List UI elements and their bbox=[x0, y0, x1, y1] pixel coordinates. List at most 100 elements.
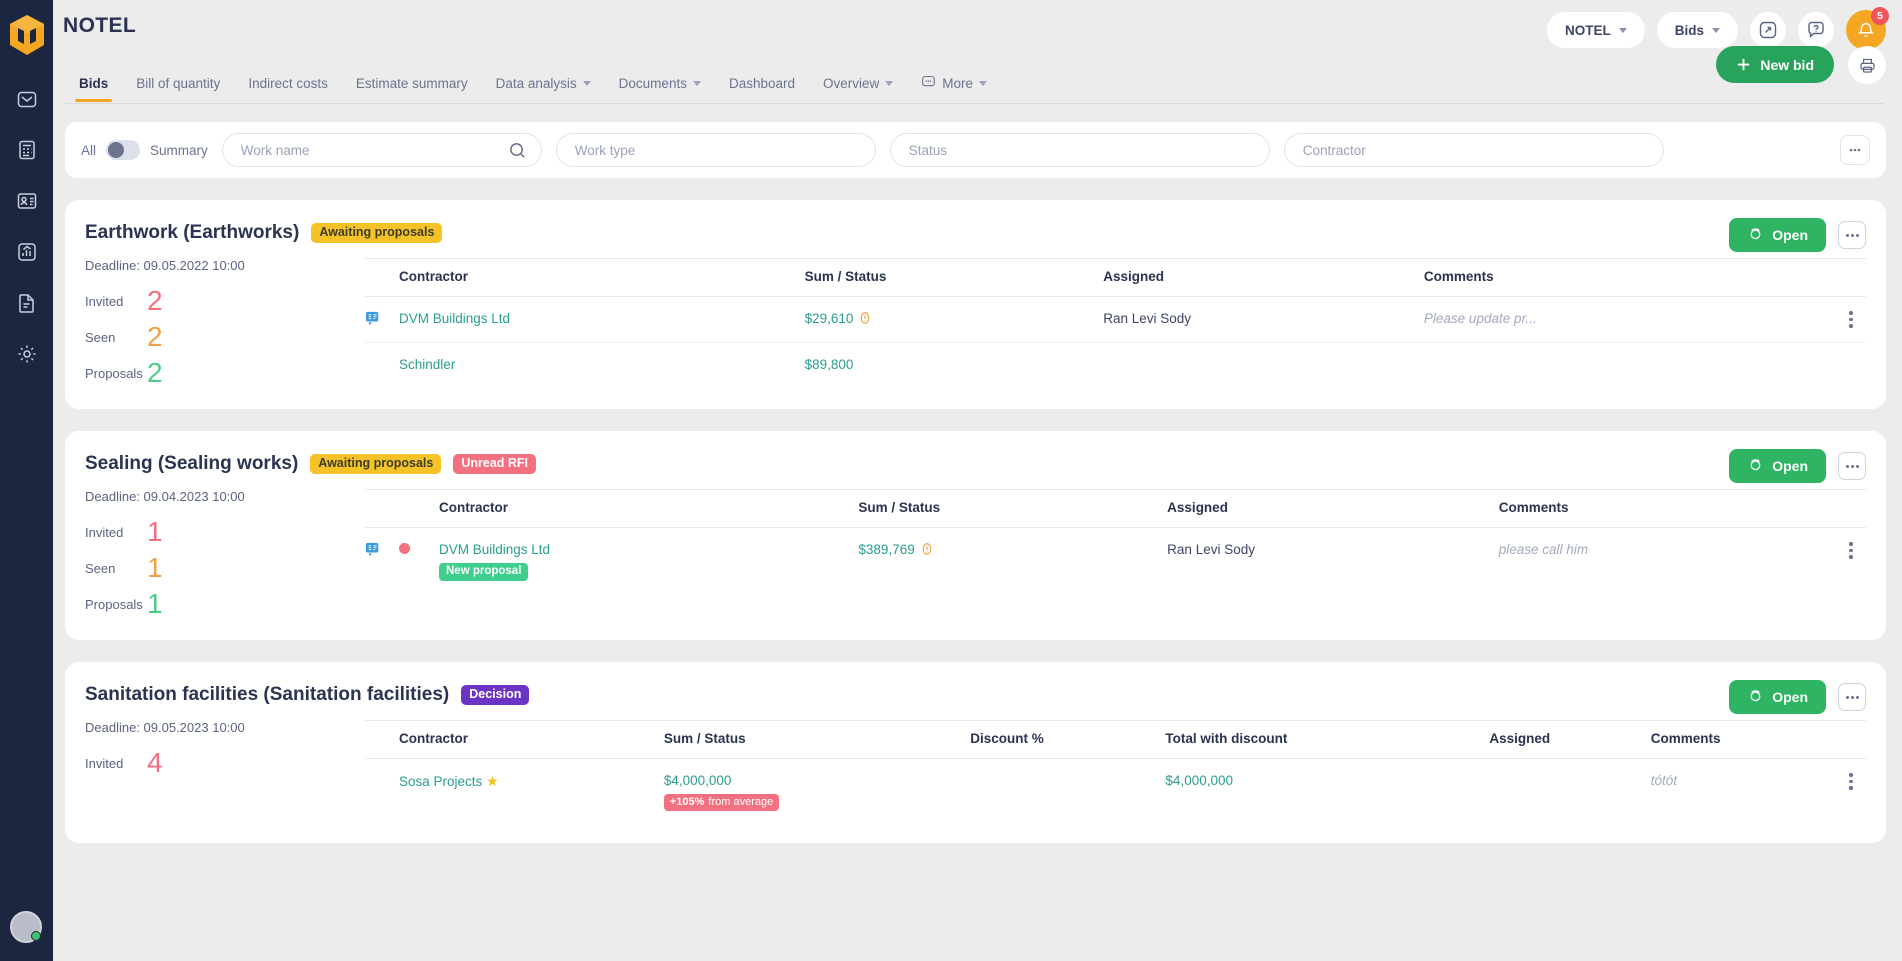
tab-bill-of-quantity[interactable]: Bill of quantity bbox=[122, 68, 234, 98]
table-row[interactable]: Sosa Projects ★$4,000,000+105%from avera… bbox=[365, 759, 1866, 826]
column-header: Contractor bbox=[399, 721, 664, 759]
table-row[interactable]: Schindler $89,800 bbox=[365, 343, 1866, 387]
sidebar-item-calculator[interactable] bbox=[14, 137, 40, 163]
contractor-link[interactable]: Sosa Projects bbox=[399, 774, 482, 789]
bid-card-body: Deadline: 09.05.2022 10:00Invited2Seen2P… bbox=[65, 258, 1886, 391]
filter-summary-label: Summary bbox=[150, 143, 208, 158]
new-bid-button[interactable]: New bid bbox=[1716, 46, 1834, 83]
row-actions-cell[interactable] bbox=[1836, 297, 1866, 343]
tab-label: Overview bbox=[823, 76, 879, 91]
sum-value: $89,800 bbox=[805, 357, 854, 372]
project-selector[interactable]: NOTEL bbox=[1547, 12, 1645, 48]
notifications-button[interactable]: 5 bbox=[1846, 10, 1886, 50]
assigned-cell bbox=[1103, 343, 1424, 387]
row-chat-cell[interactable] bbox=[365, 297, 399, 343]
status-input[interactable]: Status bbox=[890, 133, 1270, 167]
avatar[interactable] bbox=[10, 911, 42, 943]
card-more-button[interactable] bbox=[1838, 221, 1866, 249]
contractor-cell: DVM Buildings Ltd New proposal bbox=[439, 528, 858, 595]
filter-more-button[interactable] bbox=[1840, 135, 1870, 165]
stat-label: Invited bbox=[85, 294, 147, 309]
stat-label: Invited bbox=[85, 756, 147, 771]
project-selector-label: NOTEL bbox=[1565, 23, 1611, 38]
sum-status-cell: $4,000,000+105%from average bbox=[664, 759, 970, 826]
contractor-placeholder: Contractor bbox=[1303, 143, 1366, 158]
column-header: Sum / Status bbox=[858, 490, 1167, 528]
tab-dashboard[interactable]: Dashboard bbox=[715, 68, 809, 98]
bid-card-body: Deadline: 09.04.2023 10:00Invited1Seen1P… bbox=[65, 489, 1886, 622]
row-menu-icon[interactable] bbox=[1836, 542, 1866, 559]
open-button-label: Open bbox=[1772, 458, 1808, 474]
stat-label: Seen bbox=[85, 561, 147, 576]
work-name-input[interactable]: Work name bbox=[222, 133, 542, 167]
contractor-link[interactable]: DVM Buildings Ltd bbox=[439, 542, 550, 557]
sidebar-item-settings[interactable] bbox=[14, 341, 40, 367]
open-button[interactable]: Open bbox=[1729, 449, 1826, 483]
row-chat-cell[interactable] bbox=[365, 528, 399, 595]
discount-cell bbox=[970, 759, 1165, 826]
cube-logo[interactable] bbox=[6, 12, 48, 58]
sum-status-cell: $389,769 bbox=[858, 528, 1167, 595]
open-button[interactable]: Open bbox=[1729, 680, 1826, 714]
proposals-table-wrapper: ContractorSum / StatusAssignedCommentsDV… bbox=[365, 258, 1886, 391]
tab-documents[interactable]: Documents bbox=[605, 68, 715, 98]
sidebar-item-chart[interactable] bbox=[14, 239, 40, 265]
help-button[interactable] bbox=[1798, 12, 1834, 48]
contractor-link[interactable]: DVM Buildings Ltd bbox=[399, 311, 510, 326]
row-menu-icon[interactable] bbox=[1836, 773, 1866, 790]
card-more-button[interactable] bbox=[1838, 452, 1866, 480]
print-button[interactable] bbox=[1848, 46, 1886, 84]
new-proposal-badge: New proposal bbox=[439, 563, 528, 581]
column-header bbox=[365, 259, 399, 297]
column-header: Discount % bbox=[970, 721, 1165, 759]
row-actions-cell[interactable] bbox=[1836, 759, 1866, 826]
card-more-button[interactable] bbox=[1838, 683, 1866, 711]
stat-value: 1 bbox=[147, 554, 163, 582]
all-summary-toggle[interactable] bbox=[106, 140, 140, 160]
all-summary-toggle-group: All Summary bbox=[81, 140, 208, 160]
open-button[interactable]: Open bbox=[1729, 218, 1826, 252]
chat-icon[interactable] bbox=[365, 313, 381, 328]
column-header bbox=[1836, 259, 1866, 297]
column-header: Comments bbox=[1651, 721, 1836, 759]
warning-icon[interactable] bbox=[920, 542, 934, 559]
work-type-input[interactable]: Work type bbox=[556, 133, 876, 167]
more-icon bbox=[921, 74, 936, 92]
bid-card-header: Sanitation facilities (Sanitation facili… bbox=[65, 682, 1886, 706]
open-status-icon bbox=[1747, 456, 1764, 476]
stat-row: Invited4 bbox=[85, 745, 365, 781]
tab-more[interactable]: More bbox=[907, 68, 1001, 98]
table-row[interactable]: DVM Buildings Ltd$29,610Ran Levi SodyPle… bbox=[365, 297, 1866, 343]
expand-button[interactable] bbox=[1750, 12, 1786, 48]
over-average-percent: +105% bbox=[670, 796, 705, 808]
sidebar-item-mail[interactable] bbox=[14, 86, 40, 112]
tab-overview[interactable]: Overview bbox=[809, 68, 907, 98]
contractor-cell: Schindler bbox=[399, 343, 805, 387]
chat-icon[interactable] bbox=[365, 544, 381, 559]
column-header: Assigned bbox=[1103, 259, 1424, 297]
search-icon[interactable] bbox=[508, 141, 527, 163]
tab-bids[interactable]: Bids bbox=[65, 68, 122, 98]
row-actions-cell[interactable] bbox=[1836, 528, 1866, 595]
tab-divider bbox=[65, 103, 1884, 104]
comment-cell bbox=[1424, 343, 1836, 387]
section-selector[interactable]: Bids bbox=[1657, 12, 1738, 48]
table-row[interactable]: DVM Buildings LtdNew proposal$389,769Ran… bbox=[365, 528, 1866, 595]
contractor-input[interactable]: Contractor bbox=[1284, 133, 1664, 167]
open-button-label: Open bbox=[1772, 227, 1808, 243]
column-header bbox=[1836, 721, 1866, 759]
contractor-link[interactable]: Schindler bbox=[399, 357, 455, 372]
bid-card: Sealing (Sealing works)Awaiting proposal… bbox=[65, 431, 1886, 640]
tab-data-analysis[interactable]: Data analysis bbox=[482, 68, 605, 98]
sidebar-item-document[interactable] bbox=[14, 290, 40, 316]
row-menu-icon[interactable] bbox=[1836, 311, 1866, 328]
table-header-row: ContractorSum / StatusAssignedComments bbox=[365, 259, 1866, 297]
warning-icon[interactable] bbox=[858, 311, 872, 328]
tab-estimate-summary[interactable]: Estimate summary bbox=[342, 68, 482, 98]
comment-cell: Please update pr... bbox=[1424, 297, 1836, 343]
bid-stats: Deadline: 09.05.2023 10:00Invited4 bbox=[65, 720, 365, 825]
tab-indirect-costs[interactable]: Indirect costs bbox=[234, 68, 342, 98]
deadline-label: Deadline: 09.04.2023 10:00 bbox=[85, 489, 365, 504]
sidebar-item-contacts[interactable] bbox=[14, 188, 40, 214]
stat-label: Proposals bbox=[85, 366, 147, 381]
